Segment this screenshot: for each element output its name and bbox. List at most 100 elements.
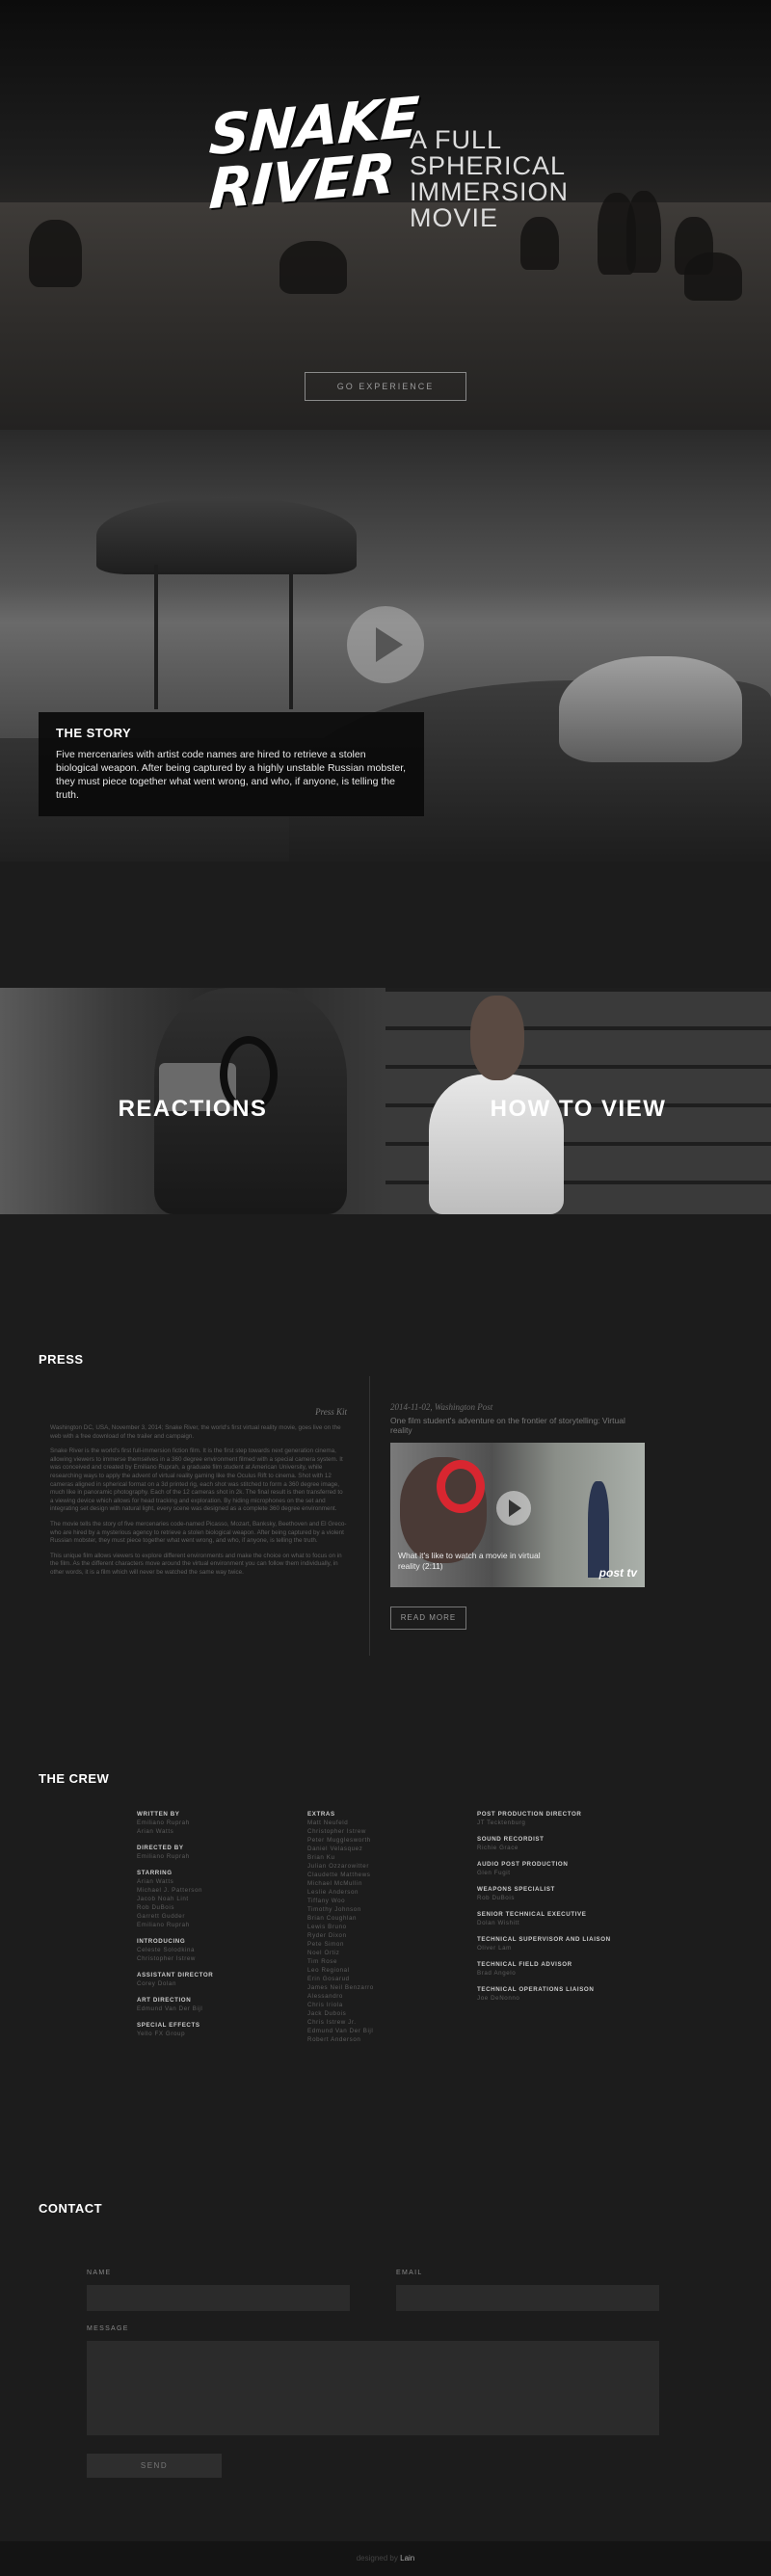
crew-name: Peter Mugglesworth (307, 1837, 371, 1844)
video-play-button[interactable] (496, 1491, 531, 1526)
play-icon (509, 1500, 521, 1517)
how-to-view-tile[interactable]: HOW TO VIEW (386, 988, 771, 1214)
crew-name: Arian Watts (137, 1828, 174, 1835)
tagline-line: MOVIE (410, 203, 499, 232)
crew-group: EXTRAS Matt Neufeld Christopher Istrew Pete… (307, 1810, 374, 2044)
logo-line-2: RIVER (207, 140, 397, 223)
crew-name: Lewis Bruno (307, 1924, 347, 1930)
hero-figure (279, 241, 347, 294)
crew-name: Dolan Wishitt (477, 1920, 520, 1926)
crew-group: SOUND RECORDIST Richie Grace (477, 1835, 611, 1852)
read-more-button[interactable]: READ MORE (390, 1607, 466, 1630)
press-kit-label: Press Kit (315, 1407, 347, 1417)
crew-group: ART DIRECTION Edmund Van Der Bijl (137, 1996, 213, 2013)
article-headline[interactable]: One film student's adventure on the fron… (390, 1416, 649, 1435)
article-date: 2014-11-02, Washington Post (390, 1402, 493, 1412)
send-button[interactable]: SEND (87, 2454, 222, 2478)
presenter-head (470, 996, 524, 1080)
crew-name: Pete Simon (307, 1941, 344, 1948)
crew-name: Emiliano Ruprah (137, 1922, 190, 1928)
crew-group: SPECIAL EFFECTS Yello FX Group (137, 2021, 213, 2038)
article-video[interactable]: What it's like to watch a movie in virtu… (390, 1443, 645, 1587)
crew-name: Yello FX Group (137, 2031, 186, 2037)
press-paragraph: Snake River is the world's first full-im… (50, 1447, 343, 1513)
crew-name: Corey Dolan (137, 1980, 176, 1987)
hero-figure (626, 191, 661, 273)
crew-name: Jack Dubois (307, 2010, 347, 2017)
crew-name: Matt Neufeld (307, 1819, 349, 1826)
crew-name: Michael McMullin (307, 1880, 363, 1887)
crew-role: TECHNICAL SUPERVISOR AND LIAISON (477, 1936, 611, 1943)
footer-author-link[interactable]: Lain (400, 2554, 414, 2563)
crew-name: Rob DuBois (137, 1904, 175, 1911)
crew-name: Richie Grace (477, 1845, 518, 1851)
contact-title: CONTACT (39, 2201, 103, 2216)
story-title: THE STORY (56, 726, 132, 740)
crew-column: POST PRODUCTION DIRECTOR JT Tecktenburg SO… (477, 1810, 611, 2010)
crew-role: INTRODUCING (137, 1938, 186, 1945)
video-caption: What it's like to watch a movie in virtu… (398, 1551, 552, 1572)
tiles-section: REACTIONS HOW TO VIEW (0, 988, 771, 1214)
crew-name: Garrett Gudder (137, 1913, 186, 1920)
crew-name: Edmund Van Der Bijl (137, 2005, 203, 2012)
crew-name: Glen Fugit (477, 1870, 511, 1876)
story-section: THE STORY Five mercenaries with artist c… (0, 430, 771, 862)
crew-name: Christopher Istrew (307, 1828, 367, 1835)
crew-name: Claudette Matthews (307, 1872, 371, 1878)
crew-group: WEAPONS SPECIALIST Rob DuBois (477, 1885, 611, 1902)
hero-tagline: A FULL SPHERICAL IMMERSION MOVIE (410, 127, 602, 231)
boat-rail (154, 565, 158, 709)
crew-name: Noel Ortiz (307, 1950, 340, 1956)
press-kit-text: Press Kit Washington DC, USA, November 3… (50, 1407, 347, 1584)
crew-name: Robert Anderson (307, 2036, 361, 2043)
red-headphones-icon (437, 1460, 485, 1513)
message-field[interactable] (87, 2341, 659, 2435)
crew-group: TECHNICAL OPERATIONS LIAISON Joe DeNonno (477, 1985, 611, 2003)
crew-name: Tiffany Woo (307, 1898, 346, 1904)
crew-role: ASSISTANT DIRECTOR (137, 1972, 214, 1978)
crew-column: WRITTEN BY Emiliano Ruprah Arian Watts DIRE… (137, 1810, 213, 2046)
crew-name: Brian Ku (307, 1854, 335, 1861)
crew-group: SENIOR TECHNICAL EXECUTIVE Dolan Wishitt (477, 1910, 611, 1927)
crew-name: Joe DeNonno (477, 1995, 520, 2002)
crew-name: James Neil Benzarro (307, 1984, 374, 1991)
name-field[interactable] (87, 2285, 350, 2311)
boat-hull (559, 656, 742, 762)
how-to-view-label: HOW TO VIEW (490, 1096, 667, 1122)
email-field[interactable] (396, 2285, 659, 2311)
crew-name: Celeste Solodkina (137, 1947, 196, 1953)
video-duration: (2:11) (422, 1561, 443, 1571)
crew-name: Christopher Istrew (137, 1955, 197, 1962)
press-paragraph: Washington DC, USA, November 3, 2014; Sn… (50, 1424, 341, 1440)
crew-role: EXTRAS (307, 1811, 335, 1818)
crew-name: Rob DuBois (477, 1895, 516, 1901)
tagline-line: IMMERSION (410, 177, 570, 206)
crew-group: INTRODUCING Celeste Solodkina Christopher … (137, 1937, 213, 1963)
press-paragraph: This unique film allows viewers to explo… (50, 1552, 342, 1576)
crew-group: TECHNICAL FIELD ADVISOR Brad Angelo (477, 1960, 611, 1978)
crew-name: Erin Gosarud (307, 1976, 350, 1982)
play-video-button[interactable] (347, 606, 424, 683)
post-tv-logo: post tv (598, 1566, 637, 1580)
crew-name: Chris Iriola (307, 2002, 343, 2008)
tagline-line: A FULL (410, 125, 503, 154)
tagline-line: SPHERICAL (410, 151, 567, 180)
hero-section: SNAKE RIVER A FULL SPHERICAL IMMERSION M… (0, 0, 771, 430)
crew-role: SPECIAL EFFECTS (137, 2022, 200, 2029)
story-card: THE STORY Five mercenaries with artist c… (39, 712, 424, 816)
crew-name: Michael J. Patterson (137, 1887, 203, 1894)
snake-river-logo: SNAKE RIVER (207, 85, 419, 222)
boat-canopy (96, 497, 357, 574)
go-experience-button[interactable]: GO EXPERIENCE (305, 372, 466, 401)
crew-role: ART DIRECTION (137, 1997, 192, 2004)
crew-role: TECHNICAL FIELD ADVISOR (477, 1961, 572, 1968)
crew-name: JT Tecktenburg (477, 1819, 526, 1826)
crew-name: Daniel Velasquez (307, 1846, 363, 1852)
crew-name: Brian Coughlan (307, 1915, 358, 1922)
crew-name: Alessandro (307, 1993, 343, 2000)
crew-role: SOUND RECORDIST (477, 1836, 545, 1843)
reactions-label: REACTIONS (118, 1096, 268, 1122)
crew-group: DIRECTED BY Emiliano Ruprah (137, 1844, 213, 1861)
reactions-tile[interactable]: REACTIONS (0, 988, 386, 1214)
crew-name: Ryder Dixon (307, 1932, 347, 1939)
